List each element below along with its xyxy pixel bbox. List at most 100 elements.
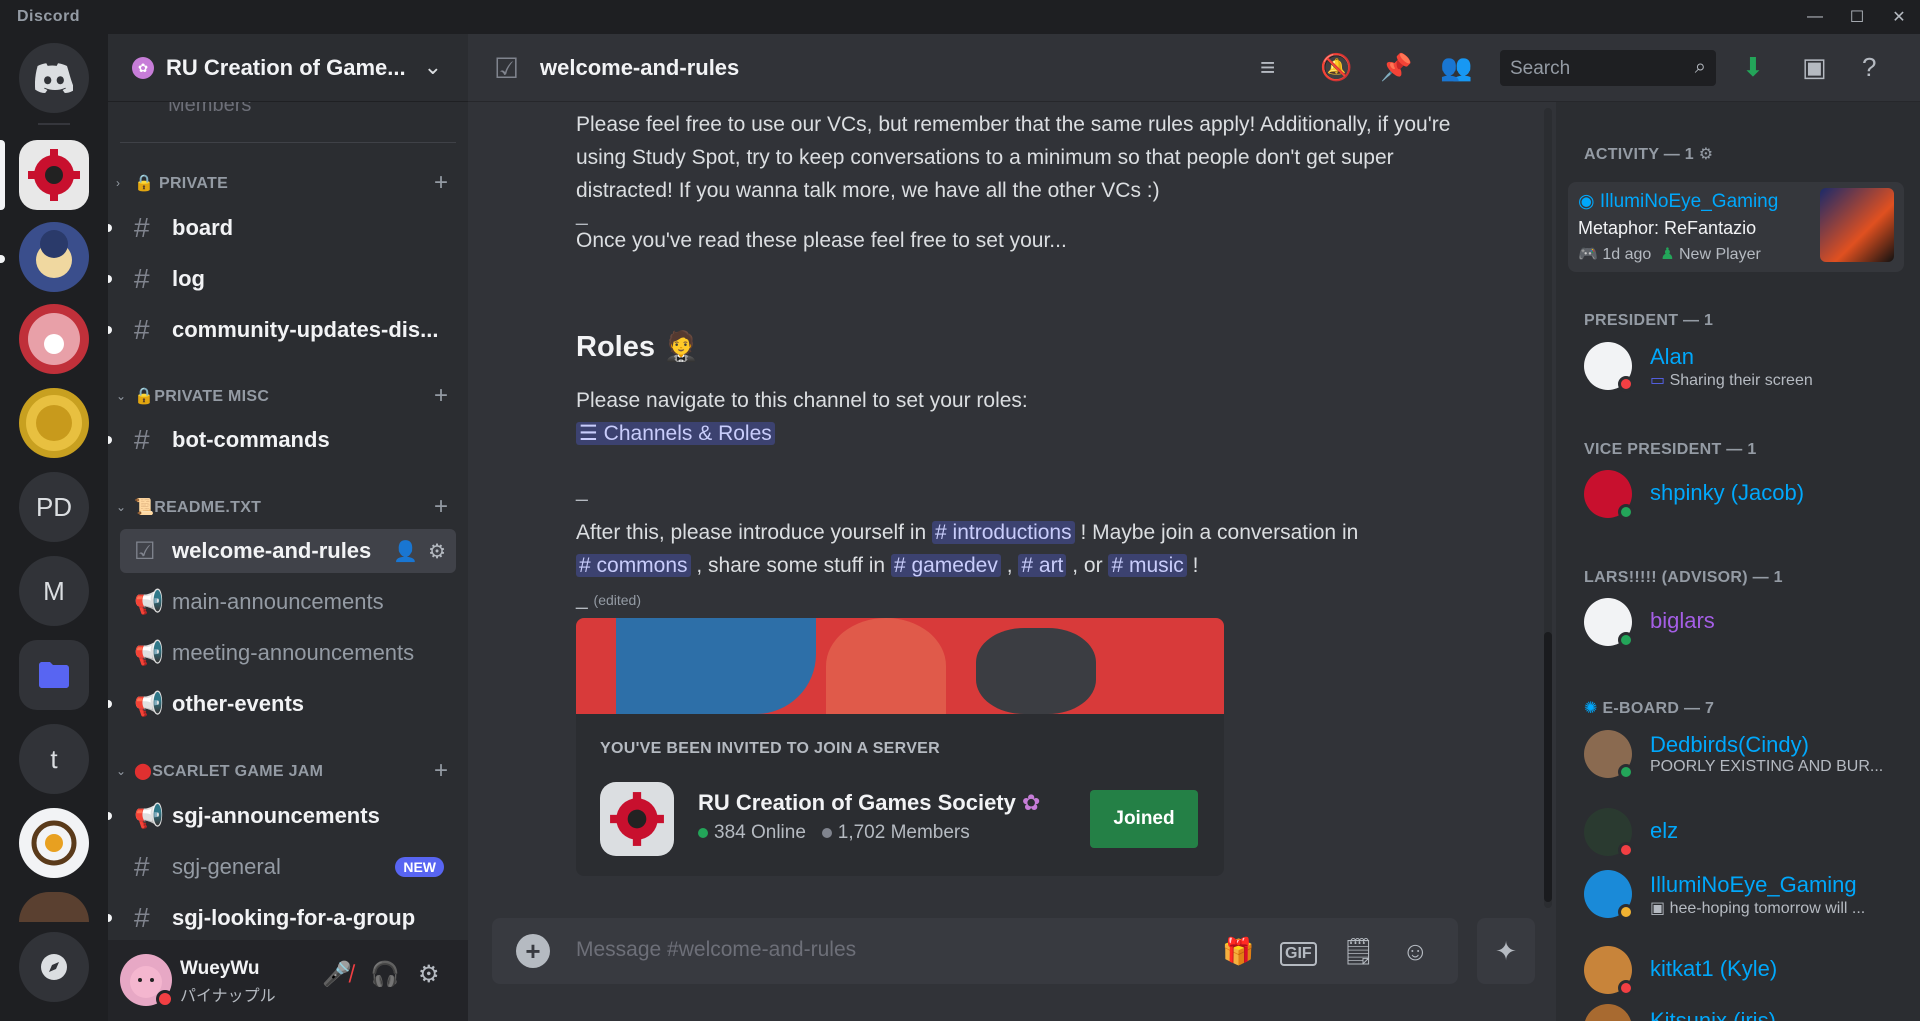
channel-bot-commands[interactable]: # bot-commands [108,418,456,462]
category-scarlet-game-jam[interactable]: ⌄ ⬤SCARLET GAME JAM + [108,757,468,785]
channel-header: ☑ welcome-and-rules ≡ 🔕 📌 👥 Search ⌕ ⬇ ▣… [468,34,1920,102]
server-avatar-8[interactable] [19,808,89,878]
sparkle-icon: ✺ [1584,700,1603,717]
server-name-text: RU Creation of Games Society [698,790,1016,815]
user-settings-gear-icon[interactable]: ⚙ [418,960,440,989]
emoji-icon[interactable]: ☺ [1402,936,1429,967]
add-channel-icon[interactable]: + [434,493,448,521]
channel-log[interactable]: # log [108,257,456,301]
search-input[interactable]: Search ⌕ [1500,50,1716,86]
member-item[interactable]: shpinky (Jacob) [1584,466,1914,522]
channel-welcome-and-rules[interactable]: ☑ welcome-and-rules 👤 ⚙ [120,529,456,573]
server-avatar-2[interactable] [19,222,89,292]
notification-muted-icon[interactable]: 🔕 [1320,52,1352,83]
message-line: After this, please introduce yourself in… [576,516,1476,549]
threads-icon[interactable]: ≡ [1260,52,1275,83]
chevron-down-icon: ⌄ [116,389,127,403]
member-item[interactable]: biglars [1584,594,1914,650]
gif-icon[interactable]: GIF [1280,942,1317,966]
member-item[interactable]: Kitsunix (iris) [1584,1000,1914,1021]
server-m[interactable]: M [19,556,89,626]
user-panel: WueyWu パイナップル 🎤̸ 🎧 ⚙ [108,940,468,1021]
server-avatar-9[interactable] [19,892,89,922]
new-badge: NEW [395,857,444,877]
home-button[interactable] [19,43,89,113]
discover-button[interactable] [19,932,89,1002]
channel-sgj-general[interactable]: # sgj-general NEW [120,845,456,889]
banner-art [976,628,1096,714]
maximize-icon[interactable]: ☐ [1836,0,1878,34]
member-name: biglars [1650,608,1715,633]
gear-icon[interactable]: ⚙ [428,539,446,564]
gift-icon[interactable]: 🎁 [1222,936,1254,967]
category-private-misc[interactable]: ⌄ 🔒PRIVATE MISC + [108,382,468,410]
channel-title: welcome-and-rules [540,55,740,80]
channel-sgj-looking-for-a-group[interactable]: # sgj-looking-for-a-group [108,896,456,940]
channel-main-announcements[interactable]: 📢 main-announcements [120,580,456,624]
channel-sgj-announcements[interactable]: 📢 sgj-announcements [108,794,456,838]
guild-header[interactable]: ✿ RU Creation of Game... ⌄ [108,34,468,102]
category-readme[interactable]: ⌄ 📜README.TXT + [108,493,468,521]
unread-pill [0,255,5,263]
dnd-status-icon [156,990,174,1008]
add-channel-icon[interactable]: + [434,382,448,410]
channel-mention-commons[interactable]: # commons [576,554,691,577]
channel-mention-introductions[interactable]: # introductions [932,521,1075,544]
member-list-icon[interactable]: 👥 [1440,52,1472,83]
unread-indicator [108,224,112,232]
inbox-icon[interactable]: ▣ [1802,52,1827,83]
member-count: 1,702 Members [837,822,970,843]
joined-button[interactable]: Joined [1090,790,1198,848]
channel-mention-music[interactable]: # music [1108,554,1187,577]
channel-board[interactable]: # board [108,206,456,250]
headphones-icon[interactable]: 🎧 [370,960,400,989]
help-icon[interactable]: ? [1862,52,1876,83]
channel-mention-gamedev[interactable]: # gamedev [890,554,1001,577]
controller-icon: 🎮 [1578,246,1603,263]
sticker-icon[interactable]: 🗒 [1342,936,1375,967]
server-avatar-4[interactable] [19,388,89,458]
title-bar: Discord — ☐ ✕ [0,0,1920,34]
message-input[interactable]: Message #welcome-and-rules [576,938,856,962]
activity-card[interactable]: ◉ IllumiNoEye_Gaming Metaphor: ReFantazi… [1568,182,1904,272]
add-channel-icon[interactable]: + [434,169,448,197]
minimize-icon[interactable]: — [1794,0,1836,34]
text-channel-icon: # [134,263,150,294]
channel-meeting-announcements[interactable]: 📢 meeting-announcements [120,631,456,675]
message-text: After this, please introduce yourself in [576,521,927,544]
add-channel-icon[interactable]: + [434,757,448,785]
member-item[interactable]: Dedbirds(Cindy) POORLY EXISTING AND BUR.… [1584,726,1914,782]
server-avatar-3[interactable] [19,304,89,374]
category-private[interactable]: › 🔒 PRIVATE + [108,169,468,197]
person-in-tuxedo-icon: 🤵 [663,331,700,363]
invite-icon[interactable]: 👤 [393,539,418,564]
member-item[interactable]: kitkat1 (Kyle) [1584,942,1914,998]
channel-tools: 👤 ⚙ [393,539,446,564]
attach-plus-icon[interactable]: + [516,934,550,968]
pin-icon[interactable]: 📌 [1380,52,1412,83]
close-icon[interactable]: ✕ [1878,0,1920,34]
mute-mic-icon[interactable]: 🎤̸ [322,960,352,989]
channels-roles-link[interactable]: ☰ Channels & Roles [576,422,775,445]
server-t[interactable]: t [19,724,89,794]
channel-mention-art[interactable]: # art [1018,554,1067,577]
channel-other-events[interactable]: 📢 other-events [108,682,456,726]
message-text: _ [576,587,588,610]
channel-community-updates[interactable]: # community-updates-dis... [108,308,456,352]
apps-button[interactable]: ✦ [1477,918,1535,984]
server-icon [31,820,77,866]
online-status-icon [1618,632,1634,648]
member-item[interactable]: Alan ▭ Sharing their screen [1584,338,1914,394]
gear-icon[interactable]: ⚙ [1699,146,1714,163]
dnd-status-icon [1618,842,1634,858]
scrollbar-thumb[interactable] [1544,632,1552,902]
server-folder[interactable] [19,640,89,710]
server-label: PD [35,491,73,522]
server-ru-cogs[interactable] [19,140,89,210]
server-pd[interactable]: PD [19,472,89,542]
member-item[interactable]: IllumiNoEye_Gaming ▣ hee-hoping tomorrow… [1584,866,1914,922]
download-icon[interactable]: ⬇ [1742,52,1764,83]
window-controls: — ☐ ✕ [1794,0,1920,34]
unread-indicator [108,700,112,708]
member-item[interactable]: elz [1584,804,1914,860]
